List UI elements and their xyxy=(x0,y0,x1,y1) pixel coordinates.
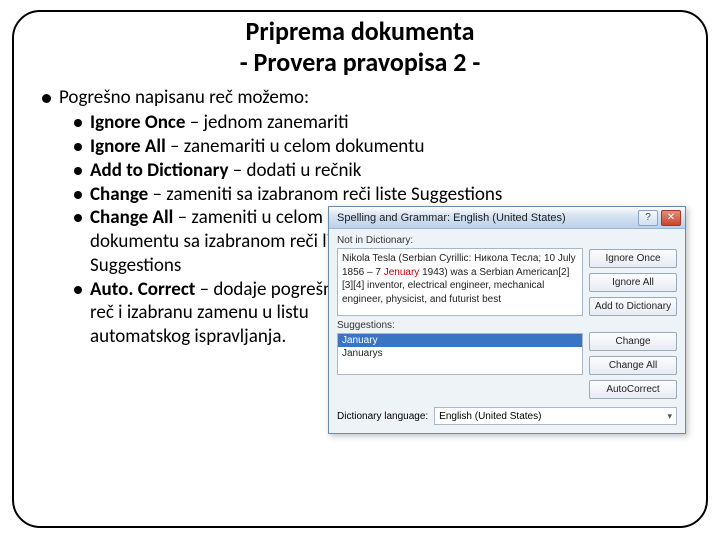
not-in-dictionary-textbox[interactable]: Nikola Tesla (Serbian Cyrillic: Никола Т… xyxy=(337,248,583,316)
bullet-icon xyxy=(42,94,51,103)
item-bold: Ignore All xyxy=(90,135,166,158)
sub-bullet-list: Ignore Once – jednom zanemariti Ignore A… xyxy=(42,111,684,349)
misspelled-word: Jenuary xyxy=(384,267,420,278)
ignore-all-button[interactable]: Ignore All xyxy=(589,273,677,292)
item-rest: – dodati u rečnik xyxy=(228,159,361,182)
item-bold: Change All xyxy=(90,206,173,229)
dialog-body: Not in Dictionary: Nikola Tesla (Serbian… xyxy=(329,229,685,407)
bullet-icon xyxy=(74,167,82,175)
list-item: Ignore All – zanemariti u celom dokument… xyxy=(74,135,684,159)
combo-value: English (United States) xyxy=(439,411,541,422)
suggestions-label: Suggestions: xyxy=(337,320,583,331)
dialog-title: Spelling and Grammar: English (United St… xyxy=(337,212,635,224)
item-bold: Ignore Once xyxy=(90,111,185,134)
intro-bullet: Pogrešno napisanu reč možemo: xyxy=(42,86,684,109)
dialog-button-column: Ignore Once Ignore All Add to Dictionary… xyxy=(589,235,677,399)
close-button[interactable]: ✕ xyxy=(661,210,681,226)
item-rest: – zanemariti u celom dokumentu xyxy=(166,135,425,158)
dictionary-language-combo[interactable]: English (United States) ▾ xyxy=(434,407,677,425)
slide-frame: Priprema dokumenta - Provera pravopisa 2… xyxy=(12,10,708,528)
dialog-left-column: Not in Dictionary: Nikola Tesla (Serbian… xyxy=(337,235,583,399)
bullet-icon xyxy=(74,143,82,151)
help-button[interactable]: ? xyxy=(638,210,658,226)
spellcheck-dialog: Spelling and Grammar: English (United St… xyxy=(328,206,686,434)
not-in-dictionary-label: Not in Dictionary: xyxy=(337,235,583,246)
add-to-dictionary-button[interactable]: Add to Dictionary xyxy=(589,297,677,316)
bullet-icon xyxy=(74,286,82,294)
dialog-bottom-row: Dictionary language: English (United Sta… xyxy=(329,407,685,433)
change-button[interactable]: Change xyxy=(589,332,677,351)
dialog-titlebar: Spelling and Grammar: English (United St… xyxy=(329,207,685,229)
change-all-button[interactable]: Change All xyxy=(589,356,677,375)
bullet-icon xyxy=(74,119,82,127)
bullet-icon xyxy=(74,214,82,222)
slide-title: Priprema dokumenta - Provera pravopisa 2… xyxy=(14,16,706,78)
autocorrect-button[interactable]: AutoCorrect xyxy=(589,380,677,399)
ignore-once-button[interactable]: Ignore Once xyxy=(589,249,677,268)
item-bold: Change xyxy=(90,183,148,206)
item-bold: Add to Dictionary xyxy=(90,159,228,182)
suggestion-selected[interactable]: January xyxy=(338,334,582,347)
spellcheck-dialog-wrapper: Spelling and Grammar: English (United St… xyxy=(328,206,686,434)
title-line-1: Priprema dokumenta xyxy=(14,16,706,47)
suggestions-listbox[interactable]: January Januarys xyxy=(337,333,583,375)
suggestion-item[interactable]: Januarys xyxy=(338,347,582,360)
list-item: Change – zameniti sa izabranom reči list… xyxy=(74,183,684,207)
slide-content: Pogrešno napisanu reč možemo: Ignore Onc… xyxy=(14,78,706,349)
item-rest: – zameniti sa izabranom reči liste Sugge… xyxy=(148,183,502,206)
bullet-icon xyxy=(74,191,82,199)
wrapped-row: Spelling and Grammar: English (United St… xyxy=(74,206,684,349)
dictionary-language-label: Dictionary language: xyxy=(337,411,428,422)
list-item: Add to Dictionary – dodati u rečnik xyxy=(74,159,684,183)
intro-text: Pogrešno napisanu reč možemo: xyxy=(59,86,309,109)
item-rest: – jednom zanemariti xyxy=(185,111,348,134)
list-item: Ignore Once – jednom zanemariti xyxy=(74,111,684,135)
item-bold: Auto. Correct xyxy=(90,278,195,301)
chevron-down-icon: ▾ xyxy=(667,411,672,422)
title-line-2: - Provera pravopisa 2 - xyxy=(14,47,706,78)
